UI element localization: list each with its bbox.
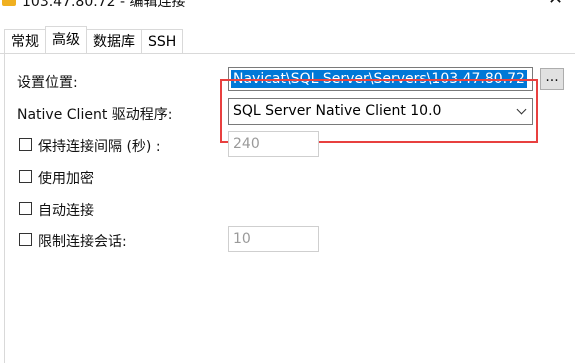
native-client-select[interactable]: SQL Server Native Client 10.0	[228, 98, 533, 125]
chevron-down-icon	[516, 104, 527, 115]
window-title: 103.47.80.72 - 编辑连接	[22, 0, 186, 10]
browse-button[interactable]: ...	[540, 68, 564, 90]
auto-connect-label: 自动连接	[38, 203, 94, 219]
native-client-selected: SQL Server Native Client 10.0	[233, 103, 442, 119]
encryption-label: 使用加密	[38, 171, 94, 187]
auto-connect-checkbox[interactable]	[19, 202, 32, 215]
tab-strip-divider	[0, 53, 575, 54]
limit-sessions-checkbox[interactable]	[19, 233, 32, 246]
tab-general[interactable]: 常规	[4, 29, 46, 53]
tab-databases[interactable]: 数据库	[86, 29, 142, 53]
native-client-label: Native Client 驱动程序:	[17, 107, 173, 123]
close-icon[interactable]: ✕	[548, 0, 563, 9]
edit-connection-dialog: 103.47.80.72 - 编辑连接 ✕ 常规 高级 数据库 SSH 设置位置…	[0, 0, 575, 363]
limit-sessions-label: 限制连接会话:	[38, 234, 127, 250]
keepalive-label: 保持连接间隔 (秒) :	[38, 139, 161, 155]
settings-location-value: Navicat\SQL Server\Servers\103.47.80.72	[231, 70, 527, 88]
settings-location-label: 设置位置:	[17, 75, 78, 91]
settings-location-field[interactable]: Navicat\SQL Server\Servers\103.47.80.72	[228, 67, 533, 91]
tab-advanced[interactable]: 高级	[45, 26, 87, 53]
title-bar: 103.47.80.72 - 编辑连接 ✕	[0, 0, 575, 24]
keepalive-checkbox[interactable]	[19, 138, 32, 151]
panel-border	[4, 53, 5, 363]
encryption-checkbox[interactable]	[19, 170, 32, 183]
tab-strip: 常规 高级 数据库 SSH	[4, 26, 184, 53]
tab-ssh[interactable]: SSH	[141, 29, 184, 53]
app-icon	[2, 0, 16, 6]
keepalive-interval-input[interactable]: 240	[228, 131, 319, 157]
limit-sessions-input[interactable]: 10	[228, 226, 319, 252]
